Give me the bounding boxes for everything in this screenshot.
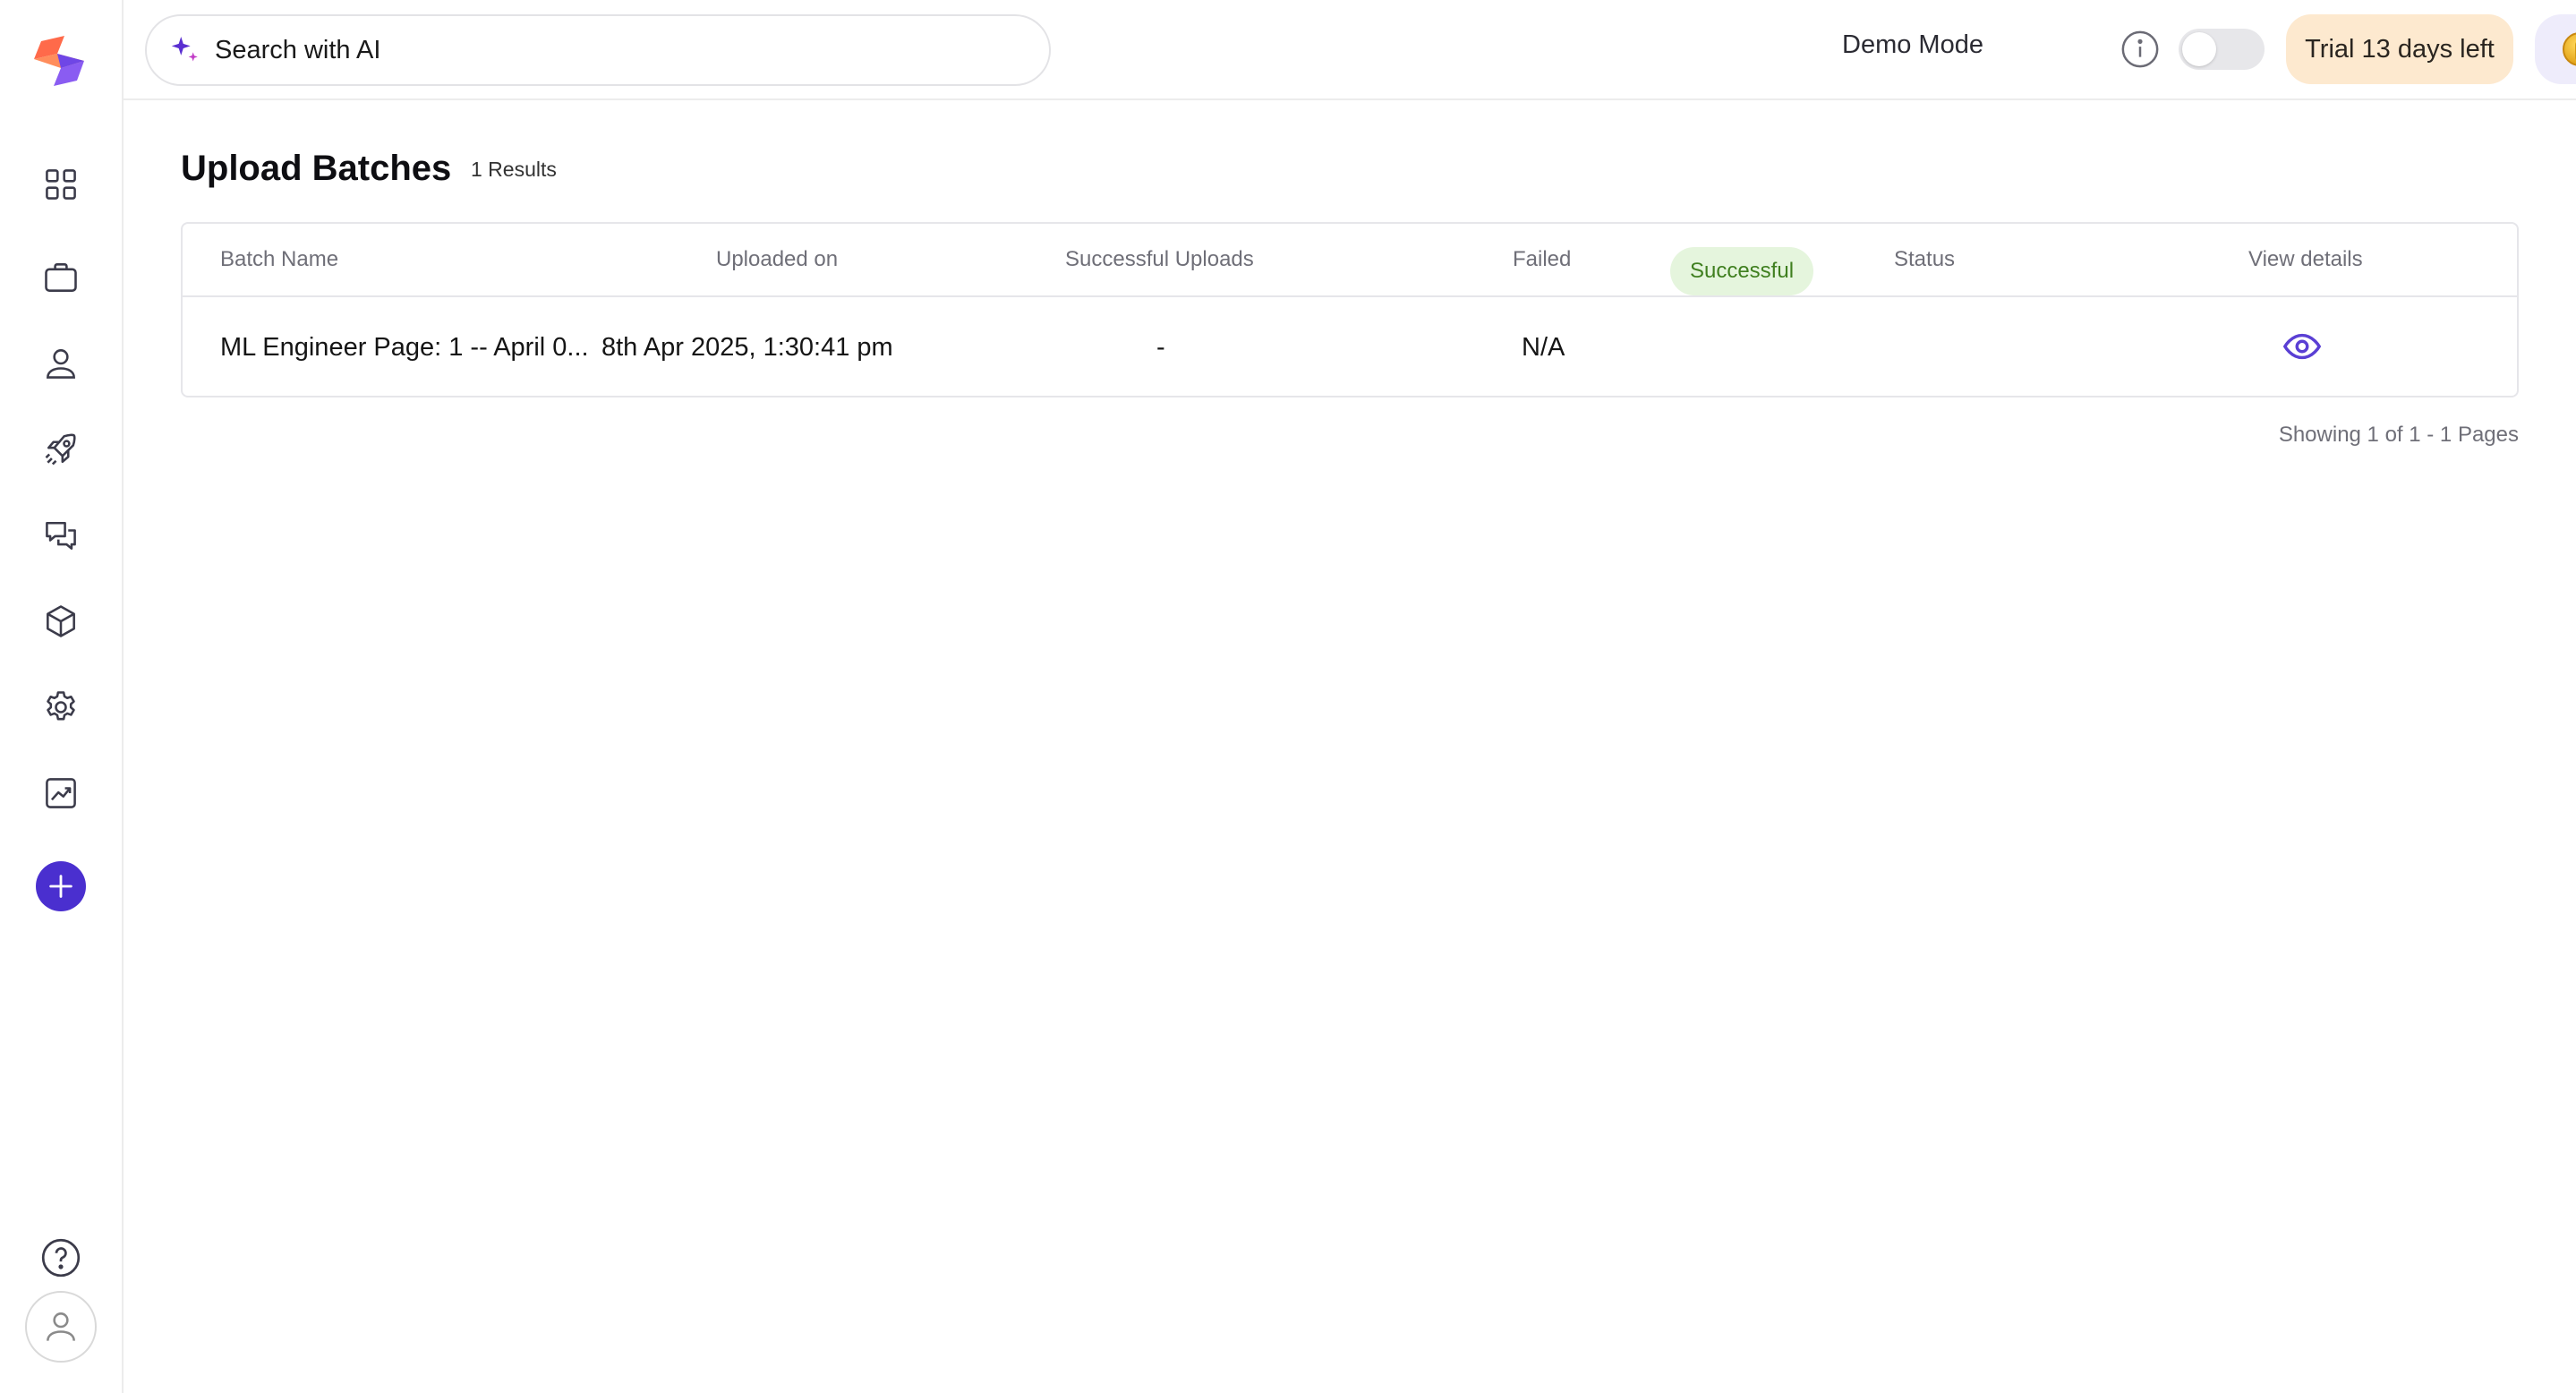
eye-icon[interactable]: [2282, 326, 2323, 367]
upload-batches-table: Batch Name Uploaded on Successful Upload…: [181, 222, 2519, 397]
app-logo[interactable]: [29, 34, 91, 90]
column-header-status: Status: [1894, 247, 1956, 271]
status-badge: Successful: [1670, 247, 1813, 295]
batch-name-cell[interactable]: ML Engineer Page: 1 -- April 0...: [220, 333, 589, 363]
trial-badge[interactable]: Trial 13 days left: [2286, 14, 2513, 84]
user-avatar-icon[interactable]: [25, 1291, 97, 1363]
user-icon[interactable]: [36, 338, 86, 389]
uploaded-on-cell: 8th Apr 2025, 1:30:41 pm: [601, 333, 893, 362]
add-button[interactable]: [36, 861, 86, 911]
failed-cell: N/A: [1522, 333, 1565, 362]
column-header-view-details: View details: [2248, 247, 2363, 271]
successful-uploads-cell: -: [1156, 333, 1165, 362]
coin-icon: [2563, 32, 2576, 66]
settings-gear-icon[interactable]: [36, 682, 86, 732]
column-header-successful-uploads: Successful Uploads: [1065, 247, 1254, 271]
plus-icon: [49, 875, 73, 898]
results-count: 1 Results: [471, 158, 557, 181]
ai-search-bar[interactable]: Search with AI: [145, 14, 1051, 86]
dashboard-grid-icon[interactable]: [36, 159, 86, 209]
briefcase-icon[interactable]: [36, 252, 86, 303]
sidebar: [0, 0, 124, 1393]
column-header-batch-name: Batch Name: [220, 247, 339, 271]
cube-icon[interactable]: [36, 596, 86, 646]
search-placeholder: Search with AI: [215, 35, 381, 64]
demo-mode-toggle[interactable]: [2179, 29, 2265, 70]
table-row[interactable]: ML Engineer Page: 1 -- April 0... 8th Ap…: [183, 299, 2517, 397]
top-header: Search with AI Demo Mode Trial 13 days l…: [124, 0, 2576, 100]
pagination-info: Showing 1 of 1 - 1 Pages: [2278, 423, 2519, 447]
page-title: Upload Batches: [181, 149, 452, 188]
ai-sparkle-icon: [171, 36, 198, 62]
demo-mode-label: Demo Mode: [1842, 30, 1983, 59]
table-header: Batch Name Uploaded on Successful Upload…: [183, 224, 2517, 297]
credits-badge[interactable]: 100: [2535, 14, 2576, 84]
column-header-failed: Failed: [1513, 247, 1572, 271]
info-icon[interactable]: [2120, 29, 2161, 70]
analytics-chart-icon[interactable]: [36, 768, 86, 818]
help-icon[interactable]: [38, 1235, 83, 1280]
column-header-uploaded-on: Uploaded on: [716, 247, 839, 271]
toggle-knob: [2182, 32, 2216, 66]
rocket-icon[interactable]: [36, 424, 86, 474]
chat-icon[interactable]: [36, 510, 86, 560]
